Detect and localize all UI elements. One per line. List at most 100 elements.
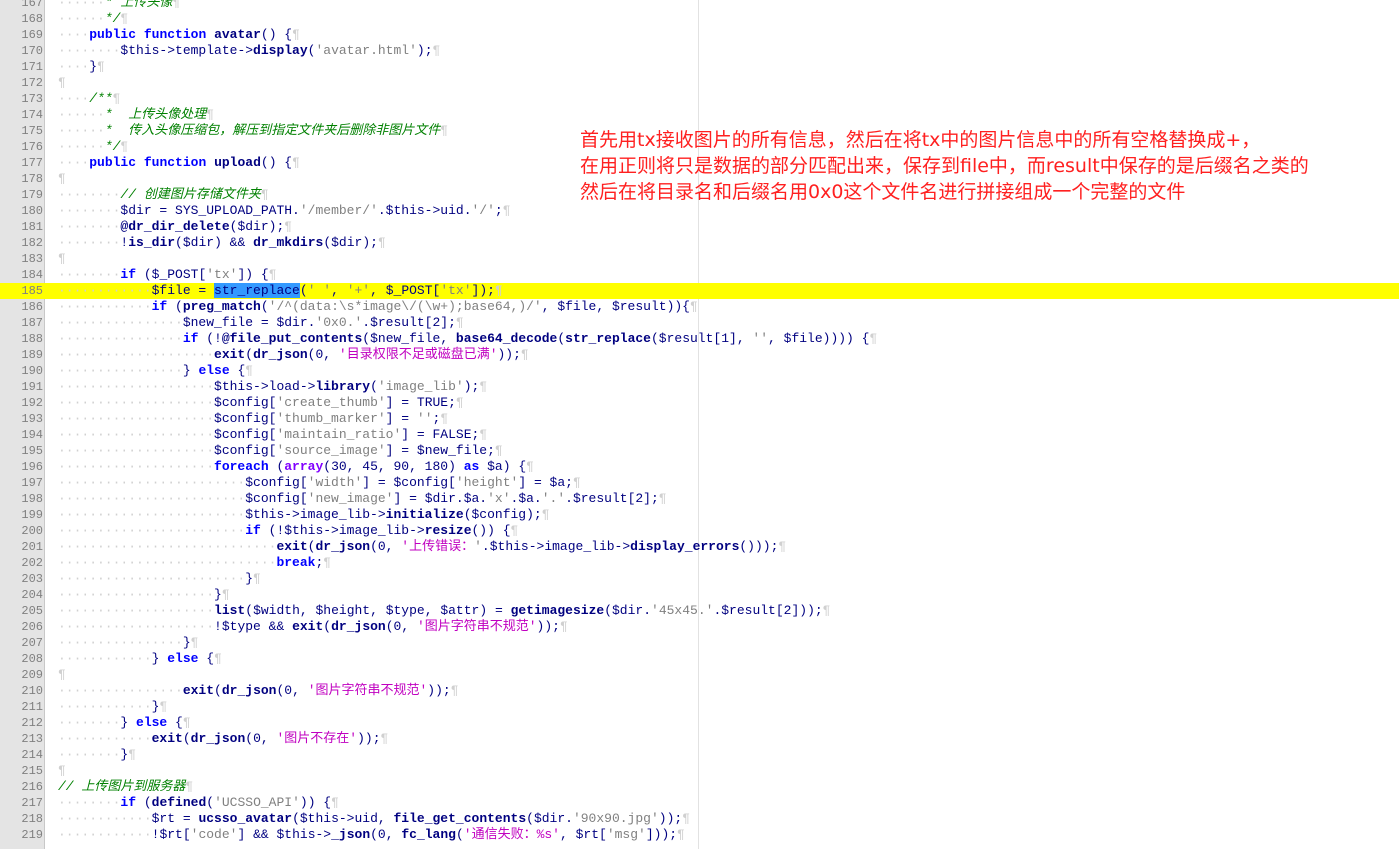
code-token: && [245, 827, 277, 842]
code-line[interactable]: 172 ¶ [0, 75, 1399, 91]
code-line[interactable]: 216 // 上传图片到服务器¶ [0, 779, 1399, 795]
code-line[interactable]: 170 ········$this->template->display('ava… [0, 43, 1399, 59]
code-token: 'thumb_marker' [276, 411, 386, 426]
code-text: ················$new_file = $dir.'0x0.'.… [58, 315, 464, 331]
eol-marker: ¶ [245, 363, 254, 378]
eol-marker: ¶ [323, 555, 332, 570]
code-line[interactable]: 174 ······* 上传头像处理¶ [0, 107, 1399, 123]
eol-marker: ¶ [677, 827, 685, 842]
code-token: array [284, 459, 324, 474]
code-line[interactable]: 189 ····················exit(dr_json(0, '… [0, 347, 1399, 363]
code-token: 'image_lib' [377, 379, 464, 394]
code-line[interactable]: 219 ············!$rt['code'] && $this->_j… [0, 827, 1399, 843]
code-line[interactable]: 217 ········if (defined('UCSSO_API')) {¶ [0, 795, 1399, 811]
code-token: dr_json [315, 539, 371, 554]
code-token: public [89, 155, 137, 170]
code-line-highlighted[interactable]: 185 ············$file = str_replace(' ', … [0, 283, 1399, 299]
code-token: ············ [58, 699, 152, 714]
code-token: $this->uid [299, 811, 378, 826]
code-token: */ [104, 139, 121, 154]
code-token: ········ [58, 267, 121, 282]
code-token: '/member/' [299, 203, 378, 218]
code-line[interactable]: 205 ····················list($width, $hei… [0, 603, 1399, 619]
code-line[interactable]: 192 ····················$config['create_t… [0, 395, 1399, 411]
line-number: 199 [21, 508, 43, 522]
code-line[interactable]: 212 ········} else {¶ [0, 715, 1399, 731]
code-token: (! [260, 523, 285, 538]
code-line[interactable]: 167 ······* 上传头像¶ [0, 0, 1399, 11]
code-line[interactable]: 209 ¶ [0, 667, 1399, 683]
code-line[interactable]: 188 ················if (!@file_put_conten… [0, 331, 1399, 347]
eol-marker: ¶ [778, 539, 787, 554]
code-text: ¶ [58, 251, 66, 267]
code-line[interactable]: 208 ············} else {¶ [0, 651, 1399, 667]
code-text: ············$rt = ucsso_avatar($this->ui… [58, 811, 690, 827]
code-token: ···················· [58, 587, 215, 602]
code-line[interactable]: 184 ········if ($_POST['tx']) {¶ [0, 267, 1399, 283]
code-text: ¶ [58, 667, 66, 683]
line-number: 187 [21, 316, 43, 330]
code-token: ()) { [471, 523, 511, 538]
code-line[interactable]: 173 ····/**¶ [0, 91, 1399, 107]
code-token: $_POST[ [385, 283, 441, 298]
code-line[interactable]: 186 ············if (preg_match('/^(data:\… [0, 299, 1399, 315]
code-token: upload [214, 155, 261, 170]
code-line[interactable]: 195 ····················$config['source_i… [0, 443, 1399, 459]
code-token: '' [416, 411, 433, 426]
line-number: 170 [21, 44, 43, 58]
code-token: /** [89, 91, 113, 106]
code-token: public [89, 27, 137, 42]
line-number: 169 [21, 28, 43, 42]
code-text: ························$config['width']… [58, 475, 581, 491]
code-line[interactable]: 182 ········!is_dir($dir) && dr_mkdirs($d… [0, 235, 1399, 251]
code-token: ( [463, 507, 472, 522]
code-line[interactable]: 196 ····················foreach (array(30… [0, 459, 1399, 475]
code-line[interactable]: 200 ························if (!$this->i… [0, 523, 1399, 539]
eol-marker: ¶ [120, 11, 129, 26]
code-line[interactable]: 169 ····public function avatar() {¶ [0, 27, 1399, 43]
code-line[interactable]: 215 ¶ [0, 763, 1399, 779]
code-line[interactable]: 203 ························}¶ [0, 571, 1399, 587]
code-token: $result[1] [658, 331, 737, 346]
code-line[interactable]: 190 ················} else {¶ [0, 363, 1399, 379]
code-text: ········}¶ [58, 747, 136, 763]
code-line[interactable]: 191 ····················$this->load->libr… [0, 379, 1399, 395]
code-token: 'new_image' [307, 491, 394, 506]
code-line[interactable]: 211 ············}¶ [0, 699, 1399, 715]
code-line[interactable]: 194 ····················$config['maintain… [0, 427, 1399, 443]
line-number: 210 [21, 684, 43, 698]
code-line[interactable]: 180 ········$dir = SYS_UPLOAD_PATH.'/memb… [0, 203, 1399, 219]
code-line[interactable]: 214 ········}¶ [0, 747, 1399, 763]
code-line[interactable]: 197 ························$config['widt… [0, 475, 1399, 491]
code-line[interactable]: 206 ····················!$type && exit(dr… [0, 619, 1399, 635]
code-line[interactable]: 168 ······*/¶ [0, 11, 1399, 27]
code-token: getimagesize [510, 603, 605, 618]
code-token: // 上传图片到服务器 [58, 779, 186, 794]
code-line[interactable]: 210 ················exit(dr_json(0, '图片字符… [0, 683, 1399, 699]
code-token: .$result[2] [565, 491, 651, 506]
code-line[interactable]: 187 ················$new_file = $dir.'0x0… [0, 315, 1399, 331]
code-line[interactable]: 207 ················}¶ [0, 635, 1399, 651]
code-token: 'tx' [440, 283, 472, 298]
code-token: ···················· [58, 347, 215, 362]
code-line[interactable]: 202 ····························break;¶ [0, 555, 1399, 571]
code-line[interactable]: 193 ····················$config['thumb_ma… [0, 411, 1399, 427]
code-token: } [182, 635, 191, 650]
eol-marker: ¶ [450, 683, 459, 698]
code-line[interactable]: 201 ····························exit(dr_j… [0, 539, 1399, 555]
code-line[interactable]: 204 ····················}¶ [0, 587, 1399, 603]
code-token: preg_match [182, 299, 261, 314]
code-token: $this-> [276, 827, 332, 842]
code-line[interactable]: 198 ························$config['new_… [0, 491, 1399, 507]
code-token: , [596, 299, 612, 314]
code-token: ···························· [58, 539, 277, 554]
code-line[interactable]: 199 ························$this->image_… [0, 507, 1399, 523]
code-line[interactable]: 181 ········@dr_dir_delete($dir);¶ [0, 219, 1399, 235]
code-line[interactable]: 218 ············$rt = ucsso_avatar($this-… [0, 811, 1399, 827]
code-line[interactable]: 171 ····}¶ [0, 59, 1399, 75]
code-line[interactable]: 183 ¶ [0, 251, 1399, 267]
code-token: ucsso_avatar [198, 811, 293, 826]
code-line[interactable]: 213 ············exit(dr_json(0, '图片不存在'))… [0, 731, 1399, 747]
